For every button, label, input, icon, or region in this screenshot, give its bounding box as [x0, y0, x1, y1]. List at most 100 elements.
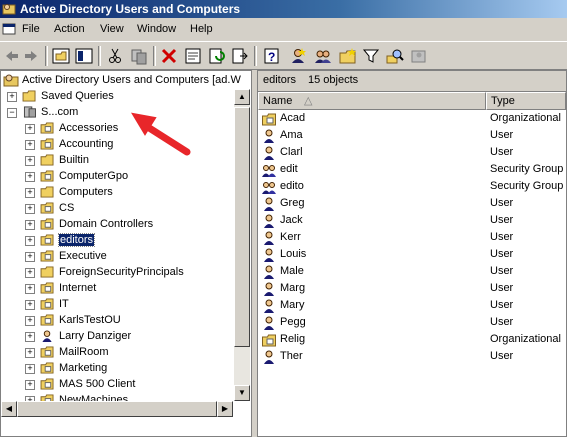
new-user-icon[interactable] [289, 47, 307, 65]
add-to-group-icon[interactable] [410, 47, 428, 65]
ou-folder-icon [40, 314, 54, 326]
tree-item[interactable]: + CS [1, 201, 233, 217]
new-ou-icon[interactable] [339, 47, 357, 65]
column-header-type[interactable]: Type [486, 92, 566, 110]
refresh-icon[interactable] [208, 47, 226, 65]
expand-icon[interactable]: + [25, 332, 35, 342]
help-icon[interactable]: ? [263, 47, 281, 65]
object-type: User [490, 299, 514, 311]
properties-icon[interactable] [184, 47, 202, 65]
tree-item[interactable]: + Executive [1, 249, 233, 265]
tree-item[interactable]: + editors [1, 233, 233, 249]
ou-folder-icon [40, 138, 54, 150]
new-group-icon[interactable] [314, 47, 332, 65]
list-item[interactable]: Mary User [258, 298, 566, 314]
tree-item-label: Larry Danziger [59, 330, 132, 342]
system-menu-icon[interactable] [2, 22, 16, 36]
up-folder-icon[interactable] [52, 47, 70, 65]
ou-folder-icon [40, 122, 54, 134]
object-type: User [490, 146, 514, 158]
show-tree-icon[interactable] [75, 47, 93, 65]
list-item[interactable]: Pegg User [258, 315, 566, 331]
tree-item[interactable]: + IT [1, 297, 233, 313]
expand-icon[interactable]: + [25, 300, 35, 310]
expand-icon[interactable]: + [25, 124, 35, 134]
tree-horizontal-scrollbar[interactable]: ◀ ▶ [1, 401, 233, 417]
expand-icon[interactable]: + [25, 188, 35, 198]
menu-bar: File Action View Window Help [0, 19, 567, 40]
menu-action[interactable]: Action [54, 23, 85, 35]
tree-item[interactable]: + Domain Controllers [1, 217, 233, 233]
scroll-left-button[interactable]: ◀ [1, 401, 17, 417]
find-icon[interactable] [386, 47, 404, 65]
tree-item[interactable]: + Computers [1, 185, 233, 201]
expand-icon[interactable]: + [7, 92, 17, 102]
user-icon [264, 146, 274, 160]
user-icon [264, 282, 274, 296]
expand-icon[interactable]: + [25, 268, 35, 278]
menu-view[interactable]: View [100, 23, 124, 35]
object-name: Jack [280, 214, 303, 226]
list-item[interactable]: Jack User [258, 213, 566, 229]
list-item[interactable]: Ama User [258, 128, 566, 144]
tree-item[interactable]: + ComputerGpo [1, 169, 233, 185]
list-item[interactable]: Louis User [258, 247, 566, 263]
container-folder-icon [40, 266, 54, 278]
copy-icon[interactable] [130, 47, 148, 65]
expand-icon[interactable]: + [25, 284, 35, 294]
expand-icon[interactable]: + [25, 220, 35, 230]
back-arrow-icon[interactable] [3, 47, 21, 65]
object-name: Relig [280, 333, 306, 345]
list-item[interactable]: Ther User [258, 349, 566, 365]
list-item[interactable]: edito Security Group [258, 179, 566, 195]
list-item[interactable]: edit Security Group [258, 162, 566, 178]
ou-folder-icon [40, 202, 54, 214]
expand-icon[interactable]: + [25, 236, 35, 246]
filter-icon[interactable] [362, 47, 380, 65]
expand-icon[interactable]: + [25, 348, 35, 358]
expand-icon[interactable]: + [25, 380, 35, 390]
menu-help[interactable]: Help [190, 23, 213, 35]
tree-item[interactable]: + MAS 500 Client [1, 377, 233, 393]
export-list-icon[interactable] [231, 47, 249, 65]
tree-item-label: KarlsTestOU [59, 314, 121, 326]
forward-arrow-icon[interactable] [22, 47, 40, 65]
expand-icon[interactable]: + [25, 364, 35, 374]
scroll-down-button[interactable]: ▼ [234, 385, 250, 401]
expand-icon[interactable]: + [25, 316, 35, 326]
tree-vertical-scrollbar[interactable]: ▲ ▼ [234, 89, 250, 401]
tree-item[interactable]: + KarlsTestOU [1, 313, 233, 329]
tree-item[interactable]: + MailRoom [1, 345, 233, 361]
expand-icon[interactable]: + [25, 140, 35, 150]
list-item[interactable]: Relig Organizational [258, 332, 566, 348]
list-item[interactable]: Marg User [258, 281, 566, 297]
object-type: User [490, 214, 514, 226]
tree-item-label: editors [57, 233, 96, 247]
column-header-name[interactable]: Name △ [258, 92, 486, 110]
scroll-up-button[interactable]: ▲ [234, 89, 250, 105]
collapse-icon[interactable]: − [7, 108, 17, 118]
list-item[interactable]: Kerr User [258, 230, 566, 246]
expand-icon[interactable]: + [25, 172, 35, 182]
cut-icon[interactable] [106, 47, 124, 65]
menu-file[interactable]: File [22, 23, 40, 35]
menu-window[interactable]: Window [137, 23, 176, 35]
scroll-thumb[interactable] [234, 107, 250, 347]
tree-item[interactable]: + Larry Danziger [1, 329, 233, 345]
list-item[interactable]: Male User [258, 264, 566, 280]
list-item[interactable]: Greg User [258, 196, 566, 212]
list-item[interactable]: Clarl User [258, 145, 566, 161]
window-title: Active Directory Users and Computers [20, 2, 241, 16]
details-pane[interactable]: editors 15 objects Name △ Type Acad Organ… [257, 70, 567, 437]
tree-item[interactable]: + Marketing [1, 361, 233, 377]
hscroll-thumb[interactable] [17, 401, 217, 417]
delete-icon[interactable] [160, 47, 178, 65]
tree-item[interactable]: + ForeignSecurityPrincipals [1, 265, 233, 281]
user-icon [264, 350, 274, 364]
expand-icon[interactable]: + [25, 252, 35, 262]
tree-item[interactable]: + Internet [1, 281, 233, 297]
list-item[interactable]: Acad Organizational [258, 111, 566, 127]
expand-icon[interactable]: + [25, 156, 35, 166]
scroll-right-button[interactable]: ▶ [217, 401, 233, 417]
expand-icon[interactable]: + [25, 204, 35, 214]
